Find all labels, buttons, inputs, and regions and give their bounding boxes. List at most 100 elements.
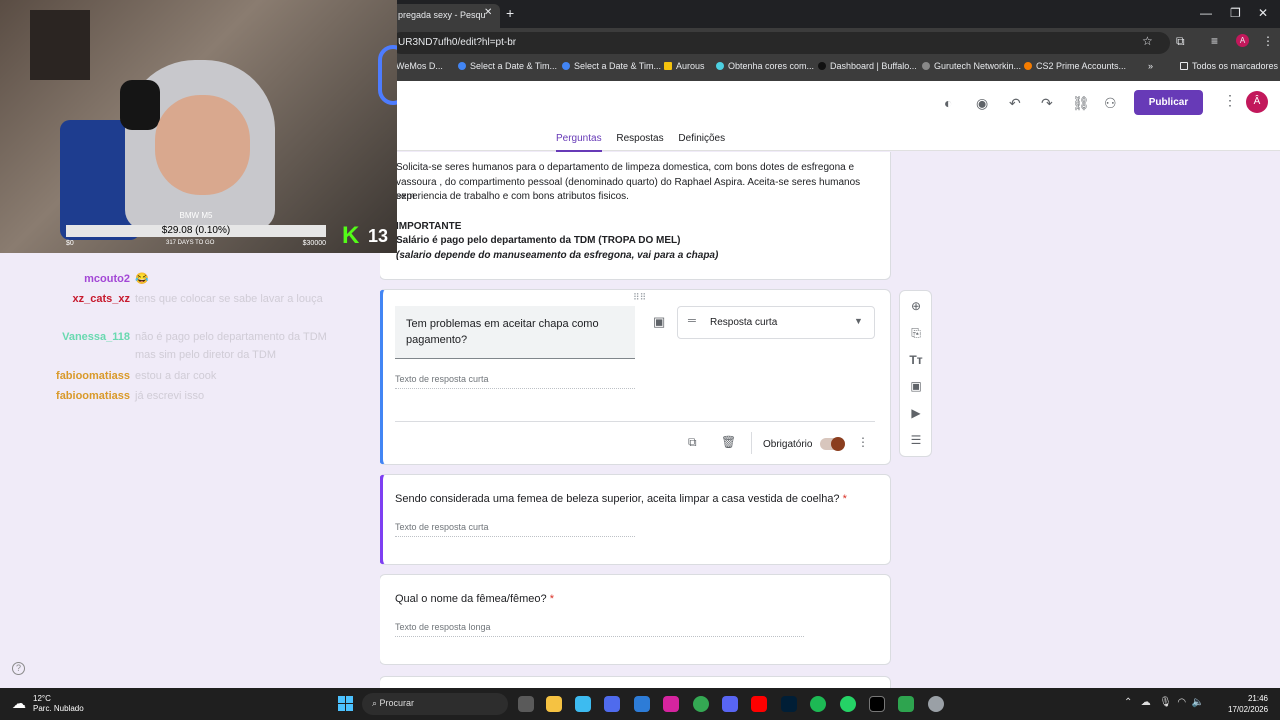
bookmark-item[interactable]: Select a Date & Tim...: [562, 61, 661, 71]
time: 21:46: [1247, 694, 1268, 703]
undo-icon[interactable]: ↶: [1009, 95, 1021, 112]
preview-icon[interactable]: ◉: [976, 95, 988, 112]
minimize-icon[interactable]: —: [1200, 6, 1212, 20]
question-title: Qual o nome da fêmea/fêmeo? *: [395, 591, 885, 607]
youtube-icon[interactable]: [751, 696, 767, 712]
all-bookmarks[interactable]: Todos os marcadores: [1180, 61, 1278, 71]
instagram-icon[interactable]: [663, 696, 679, 712]
close-tab-icon[interactable]: ✕: [484, 7, 492, 18]
star-icon[interactable]: ☆: [1142, 34, 1153, 48]
maximize-icon[interactable]: ❐: [1230, 6, 1241, 20]
whatsapp-icon[interactable]: [840, 696, 856, 712]
add-section-icon[interactable]: ☰: [908, 433, 924, 447]
publish-button[interactable]: Publicar: [1134, 90, 1203, 115]
answer-hint: Texto de resposta curta: [395, 522, 635, 537]
chat-text: tens que colocar se sabe lavar a louça: [135, 293, 323, 305]
chrome-icon[interactable]: [693, 696, 709, 712]
volume-icon[interactable]: 🔈: [1192, 697, 1204, 708]
duplicate-icon[interactable]: ⧉: [688, 435, 697, 450]
start-button[interactable]: [338, 696, 354, 712]
site-icon: [1024, 62, 1032, 70]
bookmark-item[interactable]: Gurutech Networkin...: [922, 61, 1021, 71]
question-title: Tem problemas em aceitar chapa como paga…: [406, 318, 599, 346]
settings-icon[interactable]: [928, 696, 944, 712]
ticker-label: BMW M5: [179, 211, 213, 220]
add-collaborator-icon[interactable]: ⚇: [1104, 95, 1117, 112]
store-icon[interactable]: [604, 696, 620, 712]
task-view-icon[interactable]: [518, 696, 534, 712]
goal-ticker: BMW M5 $29.08 (0.10%) $0 317 DAYS TO GO …: [66, 211, 326, 251]
avatar[interactable]: Â: [1246, 91, 1268, 113]
question-card-active[interactable]: ⠿⠿ Tem problemas em aceitar chapa como p…: [379, 289, 891, 465]
wifi-icon[interactable]: ◠: [1177, 697, 1186, 708]
form-tabs: Perguntas Respostas Definições: [556, 133, 737, 152]
forms-header: ◐ ◉ ↶ ↷ ⛓ ⚇ Publicar ⋮ Â Perguntas Respo…: [380, 81, 1280, 152]
spotify-icon[interactable]: [810, 696, 826, 712]
app-icon[interactable]: [898, 696, 914, 712]
discord-icon[interactable]: [722, 696, 738, 712]
salary-note: (salario depende do manuseamento da esfr…: [396, 250, 719, 261]
required-label: Obrigatório: [763, 439, 813, 450]
redo-icon[interactable]: ↷: [1041, 95, 1053, 112]
cloud-icon[interactable]: ☁: [1141, 697, 1151, 708]
help-icon[interactable]: ?: [12, 662, 25, 675]
tab-questions[interactable]: Perguntas: [556, 133, 602, 152]
chevron-right-icon[interactable]: »: [1148, 61, 1153, 71]
bookmark-item[interactable]: Obtenha cores com...: [716, 61, 814, 71]
add-question-icon[interactable]: ⊕: [908, 299, 924, 313]
import-questions-icon[interactable]: ⎘: [908, 326, 924, 341]
openai-icon[interactable]: [869, 696, 885, 712]
question-card[interactable]: Qual o nome da fêmea/fêmeo? * Texto de r…: [379, 574, 891, 665]
weather-widget[interactable]: 12°C Parc. Nublado: [33, 694, 84, 714]
required-mark: *: [842, 493, 847, 505]
image-icon[interactable]: ▣: [653, 314, 665, 330]
weather-icon[interactable]: ☁: [12, 695, 26, 712]
bookmark-item[interactable]: CS2 Prime Accounts...: [1024, 61, 1126, 71]
answer-hint: Texto de resposta curta: [395, 374, 635, 389]
photoshop-icon[interactable]: [781, 696, 797, 712]
taskbar-search[interactable]: ⌕ Procurar: [362, 693, 508, 715]
bookmark-item[interactable]: Aurous: [664, 61, 705, 71]
add-video-icon[interactable]: ▶: [908, 406, 924, 420]
question-type-select[interactable]: ═ Resposta curta ▼: [677, 306, 875, 339]
bookmark-item[interactable]: Select a Date & Tim...: [458, 61, 557, 71]
question-card[interactable]: Sendo considerada uma femea de beleza su…: [379, 474, 891, 565]
required-toggle[interactable]: [820, 437, 845, 451]
mail-icon[interactable]: [634, 696, 650, 712]
media-icon[interactable]: ≡: [1211, 34, 1218, 48]
delete-icon[interactable]: 🗑: [721, 435, 736, 449]
more-options-icon[interactable]: ⋮: [857, 435, 869, 449]
chat-text: estou a dar cook: [135, 370, 217, 382]
microphone-icon[interactable]: 🎙: [1159, 697, 1172, 708]
add-title-icon[interactable]: Tт: [908, 353, 924, 367]
address-bar[interactable]: UR3ND7ufh0/edit?hl=pt-br: [390, 32, 1170, 54]
profile-icon[interactable]: A: [1236, 34, 1249, 47]
bookmark-item[interactable]: WeMos D...: [396, 61, 443, 71]
file-explorer-icon[interactable]: [546, 696, 562, 712]
tab-settings[interactable]: Definições: [678, 133, 725, 144]
salary-text: Salário é pago pelo departamento da TDM …: [396, 235, 681, 246]
copilot-icon[interactable]: [575, 696, 591, 712]
question-title: Sendo considerada uma femea de beleza su…: [395, 491, 885, 507]
globe-icon: [458, 62, 466, 70]
drag-handle-icon[interactable]: ⠿⠿: [633, 292, 646, 303]
description-card: Solicita-se seres humanos para o departa…: [379, 152, 891, 280]
more-options-icon[interactable]: ⋮: [1223, 92, 1237, 109]
question-title-input[interactable]: Tem problemas em aceitar chapa como paga…: [395, 306, 635, 359]
chevron-down-icon: ▼: [854, 316, 863, 326]
new-tab-icon[interactable]: +: [506, 5, 514, 21]
streamer-face: [155, 95, 250, 195]
close-window-icon[interactable]: ✕: [1258, 6, 1268, 20]
link-icon[interactable]: ⛓: [1072, 95, 1090, 112]
menu-icon[interactable]: ⋮: [1262, 34, 1274, 48]
chevron-up-icon[interactable]: ⌃: [1124, 697, 1132, 708]
add-image-icon[interactable]: ▣: [908, 379, 924, 393]
palette-icon[interactable]: ◐: [944, 95, 952, 111]
tab-responses[interactable]: Respostas: [616, 133, 663, 144]
required-mark: *: [549, 593, 554, 605]
poster: [30, 10, 90, 80]
site-icon: [922, 62, 930, 70]
clock[interactable]: 21:46 17/02/2026: [1228, 693, 1268, 715]
bookmark-item[interactable]: Dashboard | Buffalo...: [818, 61, 917, 71]
extensions-icon[interactable]: ⧉: [1176, 34, 1185, 49]
